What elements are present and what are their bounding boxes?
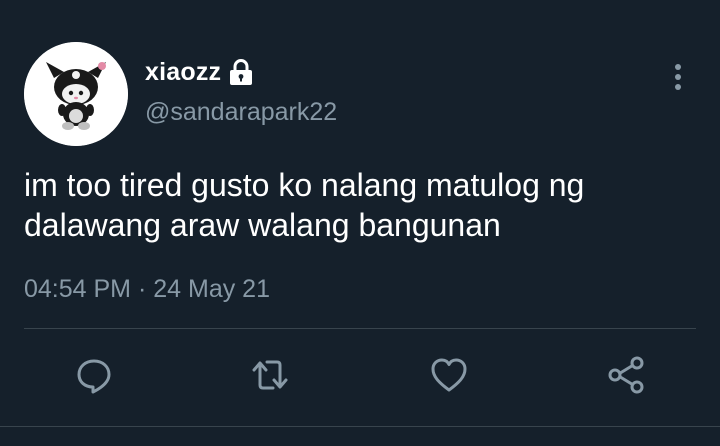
tweet-timestamp: 04:54 PM · 24 May 21	[24, 275, 270, 304]
tweet-time[interactable]: 04:54 PM	[24, 275, 131, 303]
plush-toy-avatar	[24, 42, 128, 146]
tweet-text-line: im too tired gusto ko nalang matulog ng	[24, 167, 585, 203]
timestamp-separator: ·	[137, 275, 147, 303]
retweet-icon	[252, 360, 288, 390]
share-button[interactable]	[604, 353, 648, 397]
more-vertical-icon[interactable]	[668, 62, 688, 92]
heart-icon	[431, 358, 467, 392]
tweet-text: im too tired gusto ko nalang matulog ng …	[24, 165, 694, 245]
tweet-date[interactable]: 24 May 21	[153, 275, 270, 303]
reply-button[interactable]	[72, 353, 116, 397]
reply-icon	[77, 359, 111, 394]
display-name[interactable]: xiaozz	[145, 58, 221, 87]
share-icon	[608, 356, 644, 394]
tweet-text-line: dalawang araw walang bangunan	[24, 207, 501, 243]
user-name-row: xiaozz	[145, 56, 254, 88]
bottom-divider	[0, 426, 720, 427]
user-handle[interactable]: @sandarapark22	[145, 98, 337, 127]
avatar[interactable]	[24, 42, 128, 146]
like-button[interactable]	[427, 353, 471, 397]
retweet-button[interactable]	[248, 353, 292, 397]
lock-icon	[230, 59, 253, 85]
divider	[24, 328, 696, 329]
